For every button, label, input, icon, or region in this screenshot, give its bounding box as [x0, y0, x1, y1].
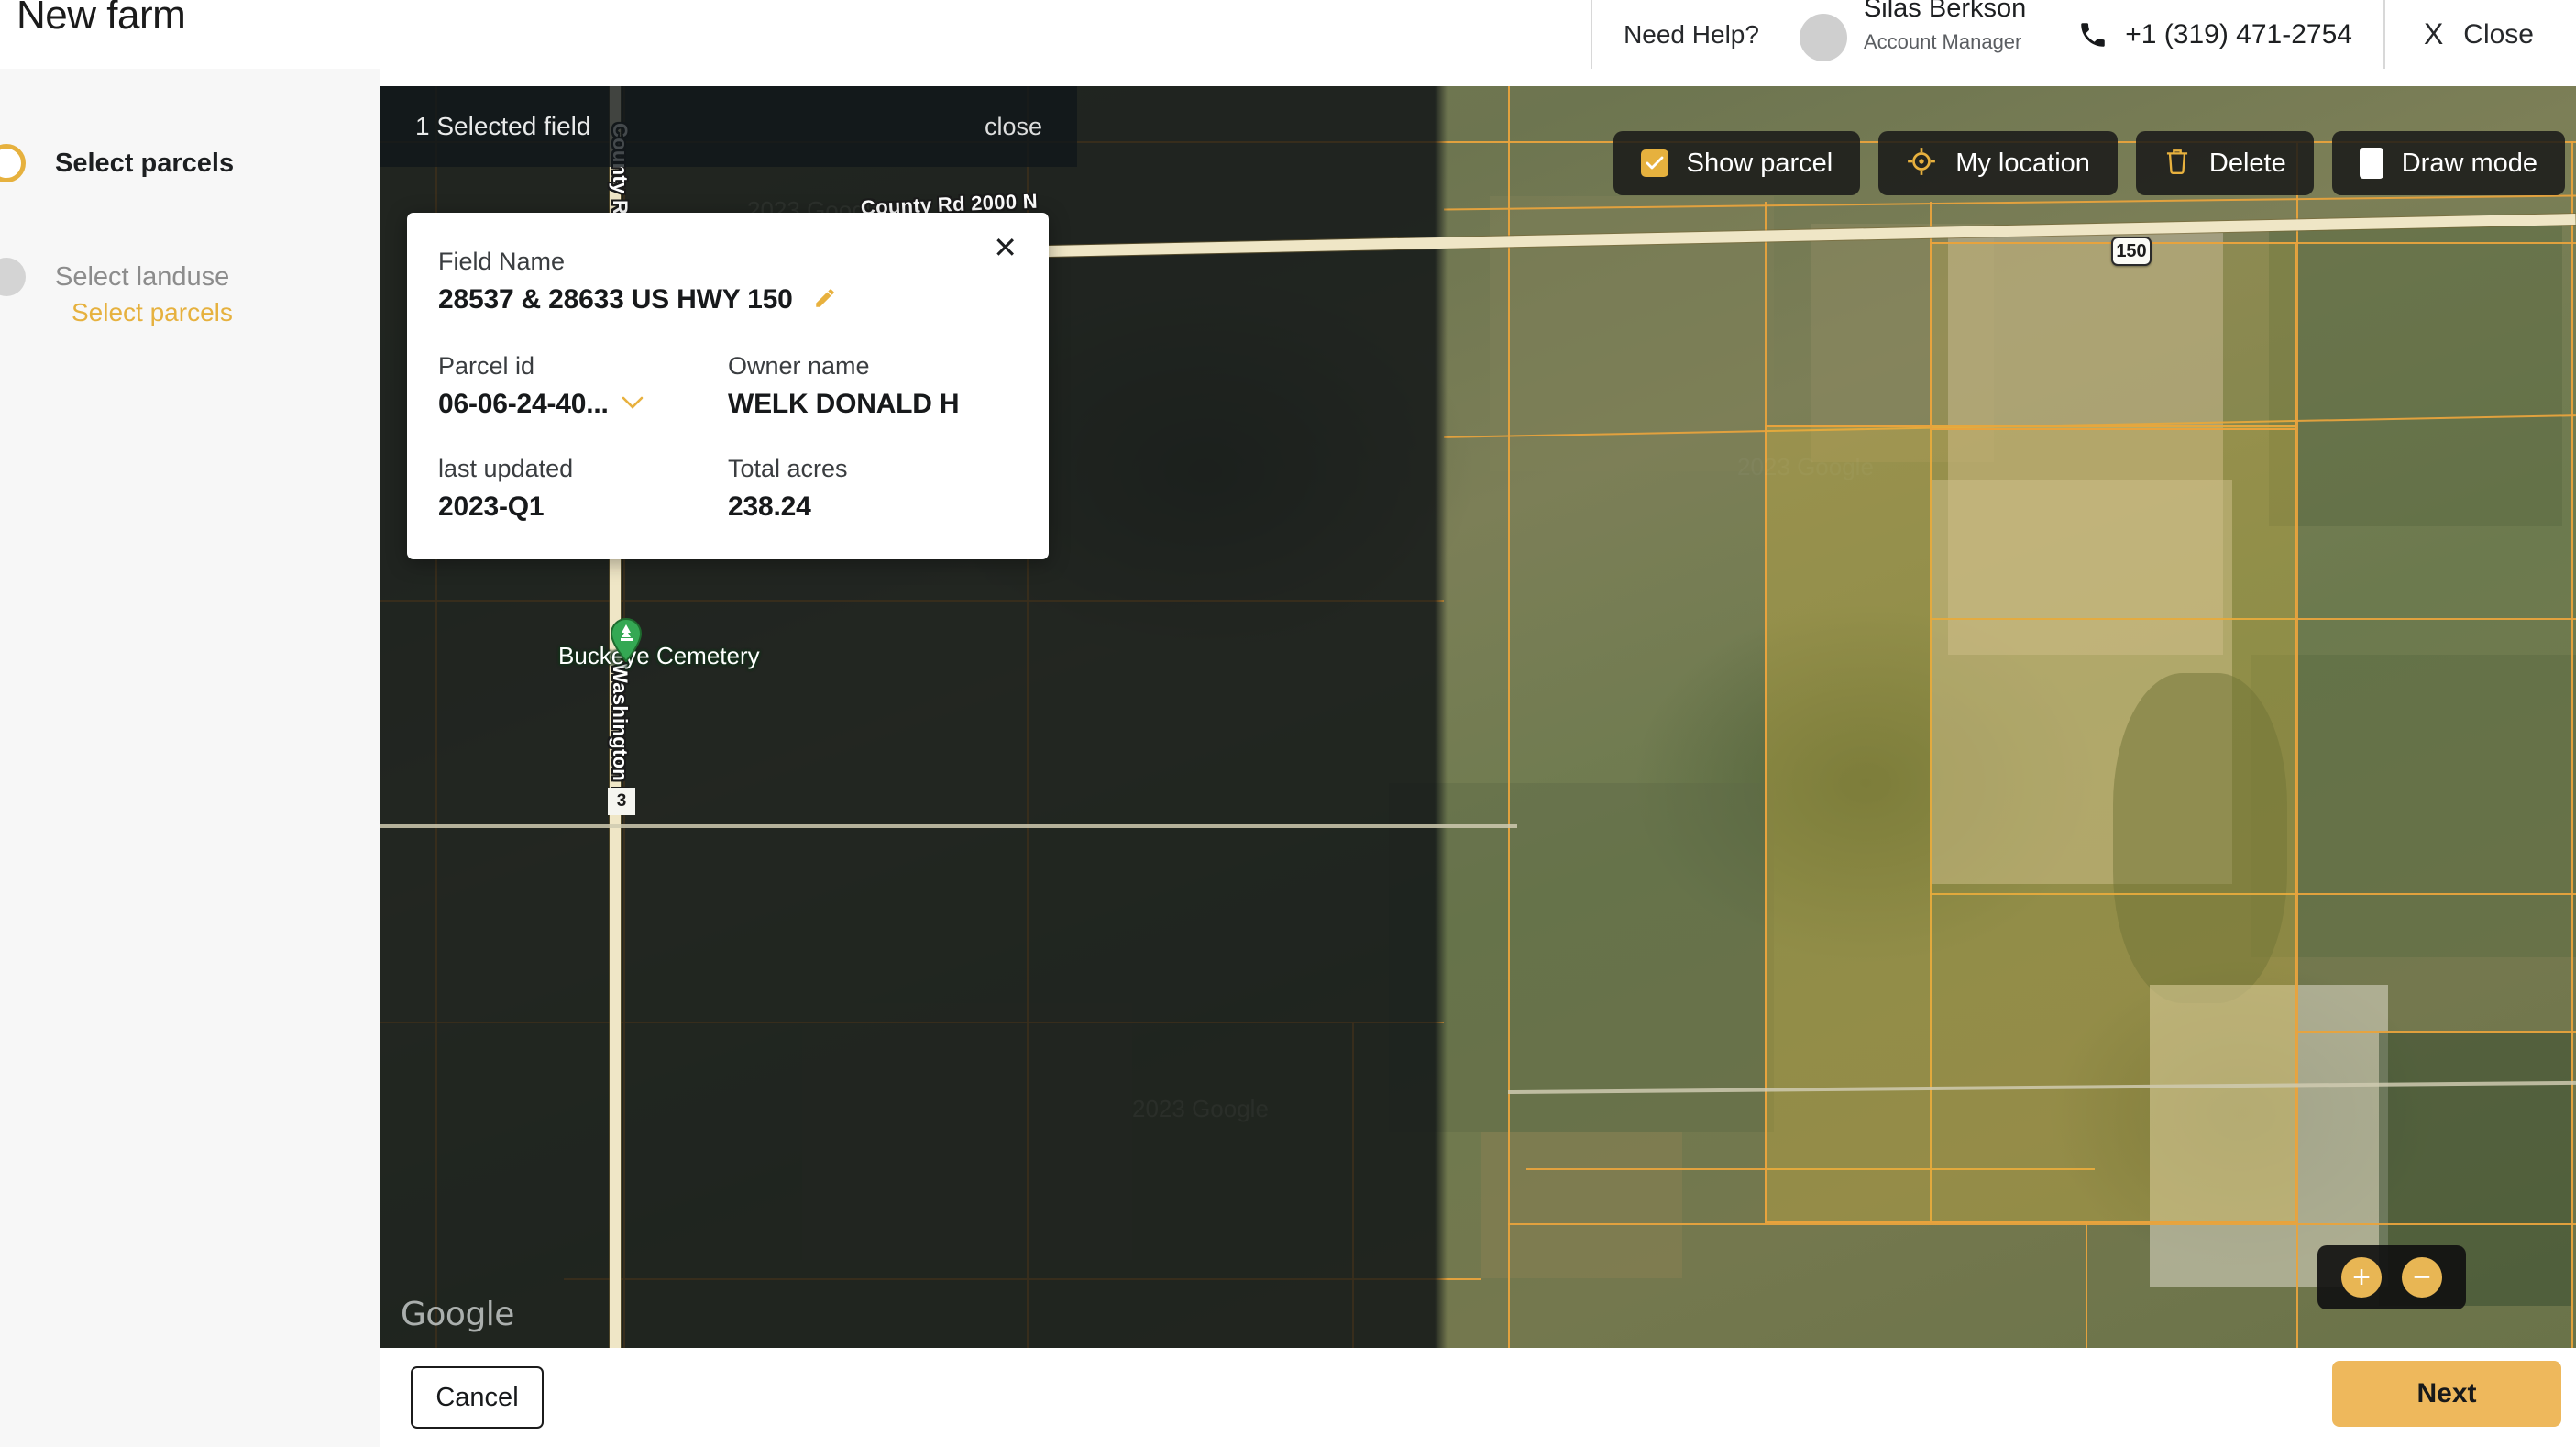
field-patch: [802, 1003, 1132, 1260]
parcel-id-value: 06-06-24-40...: [438, 389, 609, 419]
step-dot-active-icon: [0, 144, 26, 182]
step-label-select-landuse: Select landuse: [55, 261, 230, 292]
close-button-label: Close: [2463, 18, 2534, 50]
close-icon: X: [2423, 17, 2444, 50]
draw-mode-label: Draw mode: [2401, 148, 2537, 178]
close-icon[interactable]: ✕: [993, 233, 1018, 262]
parcel-boundary: [2571, 141, 2573, 1348]
selected-parcel-highlight[interactable]: [1930, 242, 2296, 430]
parcel-map[interactable]: 150 150 150 3 County Rd 2000 N County Rd…: [380, 86, 2576, 1348]
page-title: New farm: [17, 0, 186, 38]
total-acres-cell: Total acres 238.24: [728, 455, 1018, 523]
field-patch: [1481, 1132, 1682, 1278]
my-location-label: My location: [1955, 148, 2090, 178]
field-patch: [2269, 224, 2562, 526]
field-patch: [1389, 783, 1774, 1132]
chevron-down-icon[interactable]: [622, 395, 644, 414]
avatar: [1799, 13, 1847, 61]
highway-shield-150: 150: [2111, 237, 2152, 266]
wizard-sidebar: Select parcels Select parcels Select lan…: [0, 69, 380, 1447]
selected-field-bar: 1 Selected field close: [380, 86, 1077, 167]
selected-field-count: 1 Selected field: [415, 112, 591, 140]
parcel-boundary: [380, 600, 1444, 602]
parcel-boundary: [2086, 1223, 2087, 1348]
phone-number: +1 (319) 471-2754: [2125, 18, 2352, 50]
last-updated-value: 2023-Q1: [438, 492, 545, 522]
field-name-label: Field Name: [438, 248, 566, 275]
account-manager-role: Account Manager: [1863, 29, 2022, 53]
total-acres-label: Total acres: [728, 455, 848, 482]
phone-link[interactable]: +1 (319) 471-2754: [2046, 0, 2383, 69]
account-manager-name: Silas Berkson: [1863, 0, 2027, 24]
map-label-buckeye-cemetery: Buckeye Cemetery: [558, 642, 760, 669]
field-details-grid: Parcel id 06-06-24-40... Owner name WELK…: [438, 352, 1018, 523]
map-watermark: 2023 Google: [1132, 1095, 1269, 1122]
field-info-card: ✕ Field Name 28537 & 28633 US HWY 150 Pa…: [407, 213, 1049, 559]
owner-name-label: Owner name: [728, 352, 870, 380]
crosshair-target-icon: [1906, 146, 1937, 182]
app-header: New farm Need Help? Silas Berkson Accoun…: [0, 0, 2576, 69]
checkbox-unchecked-icon: [2359, 148, 2383, 179]
parcel-id-cell: Parcel id 06-06-24-40...: [438, 352, 728, 420]
map-zoom-controls: + −: [2317, 1245, 2466, 1309]
parcel-boundary: [2296, 141, 2298, 1348]
total-acres-value: 238.24: [728, 492, 811, 522]
owner-name-value: WELK DONALD H: [728, 389, 960, 419]
substep-label: Select parcels: [72, 298, 233, 326]
sidebar-item-select-parcels[interactable]: Select parcels: [0, 144, 234, 182]
road-minor-horizontal: [380, 824, 1517, 828]
sidebar-item-select-landuse[interactable]: Select landuse: [0, 258, 229, 296]
parcel-boundary: [1508, 86, 1510, 1348]
pencil-icon[interactable]: [813, 286, 837, 315]
field-patch: [2251, 655, 2576, 957]
map-toolbar: Show parcel My location Delete Draw mode: [1613, 131, 2565, 195]
google-attribution: Google: [401, 1296, 514, 1333]
need-help-label: Need Help?: [1624, 19, 1759, 49]
route-marker-3: 3: [608, 788, 635, 815]
next-button[interactable]: Next: [2332, 1361, 2561, 1427]
need-help-button[interactable]: Need Help?: [1592, 0, 1790, 69]
parcel-boundary: [1508, 1223, 2576, 1225]
sidebar-substep-select-parcels[interactable]: Select parcels: [72, 298, 233, 327]
delete-label: Delete: [2208, 148, 2286, 178]
close-button[interactable]: X Close: [2385, 0, 2576, 69]
last-updated-label: last updated: [438, 455, 574, 482]
owner-name-cell: Owner name WELK DONALD H: [728, 352, 1018, 420]
field-name-row: 28537 & 28633 US HWY 150: [438, 284, 1018, 315]
account-manager-block: Silas Berkson Account Manager: [1790, 0, 2046, 69]
wizard-footer: Cancel Next: [380, 1348, 2576, 1447]
trash-icon: [2163, 147, 2191, 181]
field-name-value: 28537 & 28633 US HWY 150: [438, 284, 793, 315]
selected-parcel-highlight[interactable]: [1765, 425, 2296, 1223]
show-parcel-button[interactable]: Show parcel: [1613, 131, 1861, 195]
cemetery-pin-icon: [610, 617, 643, 663]
step-label-select-parcels: Select parcels: [55, 148, 235, 178]
parcel-id-label: Parcel id: [438, 352, 535, 380]
zoom-in-button[interactable]: +: [2341, 1257, 2382, 1298]
parcel-boundary: [564, 1278, 1481, 1280]
draw-mode-button[interactable]: Draw mode: [2331, 131, 2565, 195]
header-right-group: Need Help? Silas Berkson Account Manager…: [1591, 0, 2576, 69]
my-location-button[interactable]: My location: [1878, 131, 2118, 195]
map-watermark: 2023 Google: [1737, 453, 1874, 480]
zoom-out-button[interactable]: −: [2402, 1257, 2442, 1298]
new-farm-wizard: New farm Need Help? Silas Berkson Accoun…: [0, 0, 2576, 1447]
parcel-boundary: [1352, 1022, 1354, 1348]
selected-field-close-button[interactable]: close: [985, 113, 1042, 141]
parcel-id-row[interactable]: 06-06-24-40...: [438, 389, 728, 420]
show-parcel-label: Show parcel: [1686, 148, 1833, 178]
delete-button[interactable]: Delete: [2135, 131, 2314, 195]
parcel-boundary: [2296, 1031, 2576, 1033]
parcel-boundary: [380, 1022, 1444, 1023]
checkbox-checked-icon: [1640, 149, 1668, 177]
account-manager-text: Silas Berkson Account Manager: [1863, 0, 2026, 53]
cancel-button[interactable]: Cancel: [411, 1366, 544, 1429]
phone-icon: [2077, 19, 2108, 50]
last-updated-cell: last updated 2023-Q1: [438, 455, 728, 523]
step-dot-inactive-icon: [0, 258, 26, 296]
